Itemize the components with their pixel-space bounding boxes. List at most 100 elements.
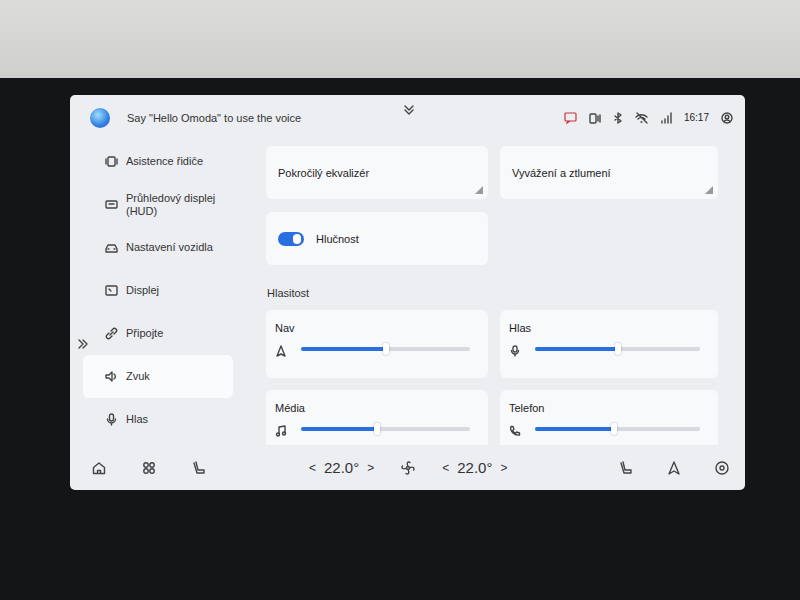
shortcut-icons: [92, 461, 206, 475]
link-icon: [105, 327, 118, 340]
display-icon: [105, 284, 118, 297]
expand-corner-icon: [475, 186, 483, 194]
seat-icon[interactable]: [192, 461, 206, 475]
temp-increase-button[interactable]: >: [367, 461, 374, 475]
voice-assistant-icon[interactable]: [90, 108, 110, 128]
phone-link-icon[interactable]: [589, 112, 601, 124]
left-temperature: <22.0° >: [309, 459, 374, 476]
sidebar-label: Asistence řidiče: [126, 155, 203, 168]
temperature-value: 22.0°: [324, 459, 359, 476]
volume-slider[interactable]: [301, 347, 470, 351]
option-cards: Pokročilý ekvalizér Vyvážení a ztlumení: [266, 146, 721, 199]
volume-slider[interactable]: [535, 347, 700, 351]
sidebar-item[interactable]: Průhledový displej (HUD): [83, 183, 233, 226]
infotainment-screen: Say "Hello Omoda" to use the voice 16:17 A…: [70, 95, 745, 490]
option-label: Vyvážení a ztlumení: [512, 167, 611, 179]
navigation-arrow-icon[interactable]: [667, 461, 681, 475]
expand-chevrons-icon[interactable]: [77, 336, 89, 348]
volume-slider[interactable]: [535, 427, 700, 431]
temp-increase-button[interactable]: >: [500, 461, 507, 475]
home-icon[interactable]: [92, 461, 106, 475]
slider-thumb[interactable]: [611, 423, 617, 435]
volume-label: Hlas: [509, 322, 706, 334]
temp-decrease-button[interactable]: <: [442, 461, 449, 475]
section-title: Hlasitost: [267, 287, 721, 299]
volume-sliders: Nav Hlas Média Telefon: [266, 310, 721, 445]
clock: 16:17: [684, 112, 709, 123]
temperature-value: 22.0°: [457, 459, 492, 476]
speaker-icon: [105, 370, 118, 383]
slider-fill: [301, 427, 377, 431]
slider-row: [509, 343, 706, 355]
expand-corner-icon: [705, 186, 713, 194]
toggle-label: Hlučnost: [316, 233, 359, 245]
volume-label: Nav: [275, 322, 476, 334]
user-icon[interactable]: [721, 112, 733, 124]
slider-row: [275, 343, 476, 355]
volume-slider[interactable]: [301, 427, 470, 431]
volume-card: Nav: [266, 310, 488, 378]
bottom-bar: <22.0° > <22.0° >: [70, 445, 745, 490]
option-card[interactable]: Pokročilý ekvalizér: [266, 146, 488, 199]
screen-bezel: Say "Hello Omoda" to use the voice 16:17 A…: [0, 78, 800, 600]
option-card[interactable]: Vyvážení a ztlumení: [500, 146, 718, 199]
status-icons: 16:17: [564, 112, 733, 124]
fan-icon[interactable]: [400, 460, 416, 476]
phone-icon: [509, 423, 521, 435]
sidebar-label: Hlas: [126, 413, 148, 426]
navigation-icon: [275, 343, 287, 355]
volume-card: Hlas: [500, 310, 718, 378]
slider-thumb[interactable]: [615, 343, 621, 355]
sidebar-item[interactable]: Displej: [83, 269, 233, 312]
temp-decrease-button[interactable]: <: [309, 461, 316, 475]
option-label: Pokročilý ekvalizér: [278, 167, 369, 179]
slider-thumb[interactable]: [383, 343, 389, 355]
sidebar-label: Zvuk: [126, 370, 150, 383]
slider-fill: [301, 347, 386, 351]
sidebar-item[interactable]: Zvuk: [83, 355, 233, 398]
wall: [0, 0, 800, 78]
sound-settings: Pokročilý ekvalizér Vyvážení a ztlumení Hl…: [266, 140, 721, 445]
right-temperature: <22.0° >: [442, 459, 507, 476]
sidebar-item[interactable]: Nastavení vozidla: [83, 226, 233, 269]
volume-label: Telefon: [509, 402, 706, 414]
climate-controls: <22.0° > <22.0° >: [309, 459, 507, 476]
driver-assist-icon: [105, 155, 118, 168]
quick-icons: [619, 461, 729, 475]
sidebar-item[interactable]: Hlas: [83, 398, 233, 441]
sidebar-label: Displej: [126, 284, 159, 297]
sidebar-label: Nastavení vozidla: [126, 241, 213, 254]
voice-icon: [509, 343, 521, 355]
volume-card: Telefon: [500, 390, 718, 445]
apps-icon[interactable]: [142, 461, 156, 475]
noise-toggle[interactable]: [278, 232, 304, 246]
seat-heat-icon[interactable]: [619, 461, 633, 475]
content-area: Asistence řidiče Průhledový displej (HUD)…: [70, 140, 745, 445]
wifi-off-icon[interactable]: [635, 112, 648, 124]
slider-fill: [535, 427, 614, 431]
signal-icon[interactable]: [660, 112, 672, 124]
bluetooth-icon[interactable]: [613, 112, 623, 124]
sidebar-item[interactable]: Asistence řidiče: [83, 140, 233, 183]
car-icon: [105, 241, 118, 254]
settings-sidebar: Asistence řidiče Průhledový displej (HUD)…: [83, 140, 233, 445]
top-bar: Say "Hello Omoda" to use the voice 16:17: [70, 95, 745, 140]
slider-row: [509, 423, 706, 435]
toggle-knob: [293, 234, 301, 244]
sidebar-label: Průhledový displej (HUD): [126, 192, 227, 217]
media-disc-icon[interactable]: [715, 461, 729, 475]
volume-card: Média: [266, 390, 488, 445]
voice-prompt: Say "Hello Omoda" to use the voice: [127, 112, 301, 124]
slider-fill: [535, 347, 618, 351]
sidebar-label: Připojte: [126, 327, 163, 340]
volume-label: Média: [275, 402, 476, 414]
microphone-icon: [105, 413, 118, 426]
hud-icon: [105, 198, 118, 211]
sidebar-item[interactable]: Připojte: [83, 312, 233, 355]
collapse-chevron-icon[interactable]: [402, 103, 416, 117]
slider-row: [275, 423, 476, 435]
slider-thumb[interactable]: [374, 423, 380, 435]
message-icon[interactable]: [564, 112, 577, 124]
music-icon: [275, 423, 287, 435]
toggle-card: Hlučnost: [266, 212, 488, 265]
